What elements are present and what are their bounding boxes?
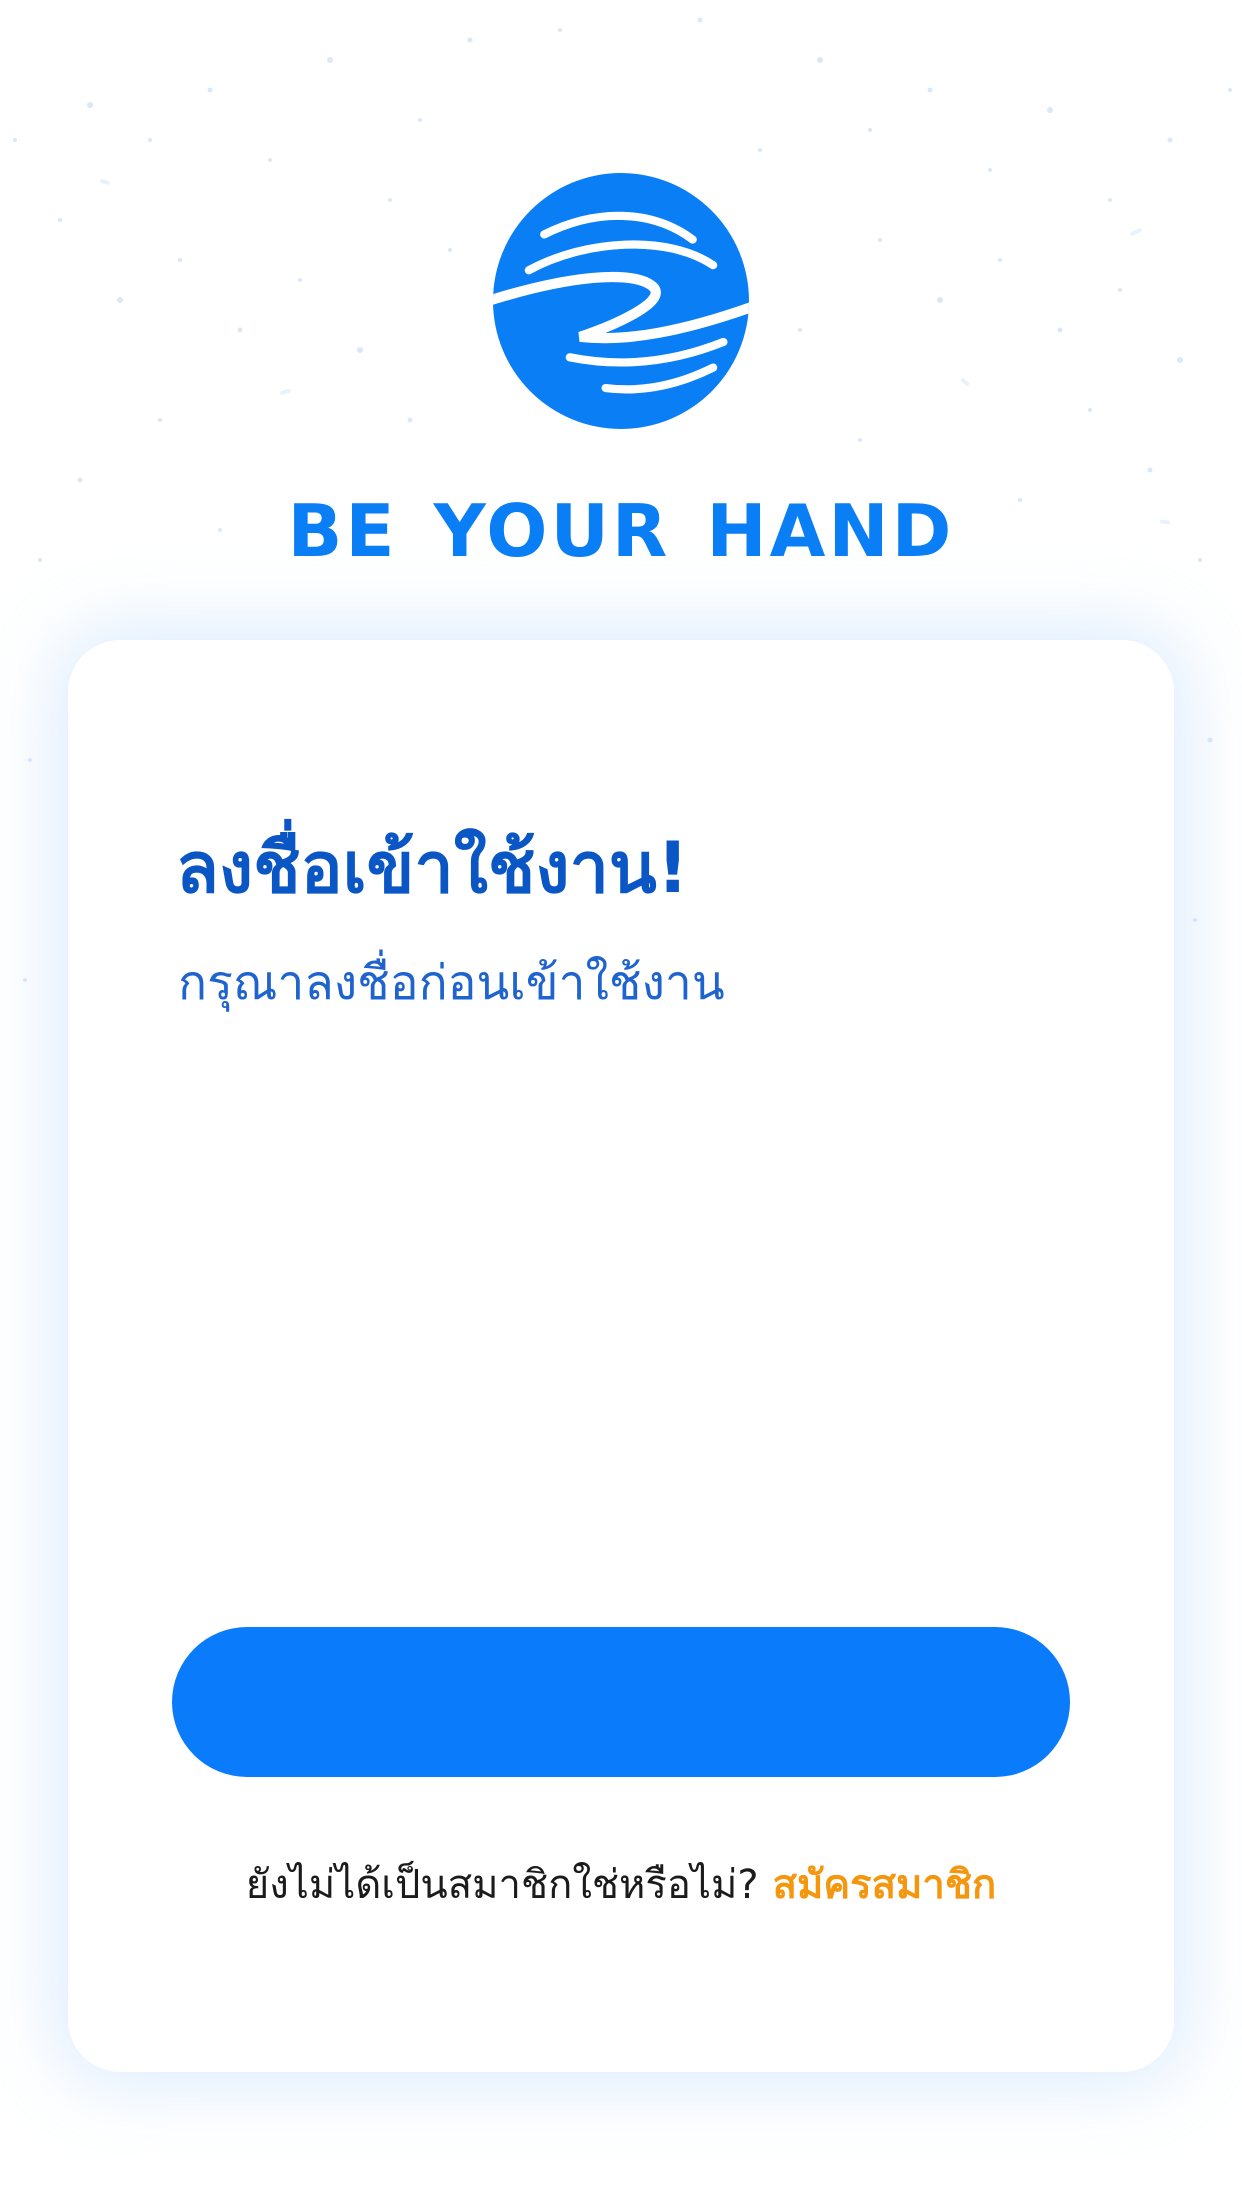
login-card: ลงชื่อเข้าใช้งาน! กรุณาลงชื่อก่อนเข้าใช้… bbox=[68, 640, 1174, 2072]
globe-hand-icon bbox=[493, 173, 749, 429]
signup-row: ยังไม่ได้เป็นสมาชิกใช่หรือไม่? สมัครสมาชิ… bbox=[68, 1855, 1174, 1915]
brand-name: BE YOUR HAND bbox=[287, 489, 955, 573]
signup-link[interactable]: สมัครสมาชิก bbox=[773, 1862, 997, 1908]
login-title: ลงชื่อเข้าใช้งาน! bbox=[176, 827, 689, 909]
signup-prompt: ยังไม่ได้เป็นสมาชิกใช่หรือไม่? bbox=[245, 1862, 759, 1908]
login-button[interactable] bbox=[172, 1627, 1070, 1777]
login-subtitle: กรุณาลงชื่อก่อนเข้าใช้งาน bbox=[178, 955, 725, 1011]
